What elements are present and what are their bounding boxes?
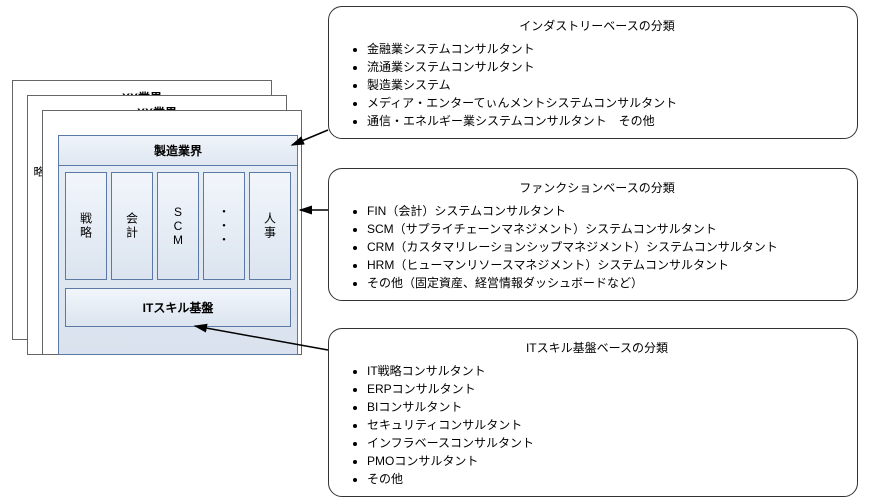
list-item: 流通業システムコンサルタント — [367, 58, 841, 75]
list-item: CRM（カスタマリレーションシップマネジメント）システムコンサルタント — [367, 238, 841, 255]
industry-title: 製造業界 — [59, 136, 297, 166]
list-item: PMOコンサルタント — [367, 452, 841, 469]
it-skill-base-bar: ITスキル基盤 — [65, 288, 291, 327]
callout-industry-based: インダストリーベースの分類 金融業システムコンサルタント 流通業システムコンサル… — [328, 6, 858, 139]
callout-list: FIN（会計）システムコンサルタント SCM（サプライチェーンマネジメント）シス… — [353, 202, 841, 291]
list-item: IT戦略コンサルタント — [367, 362, 841, 379]
industry-main-box: 製造業界 戦略 会計 SCM ・・・ 人事 ITスキル基盤 — [58, 135, 298, 355]
list-item: メディア・エンターてぃんメントシステムコンサルタント — [367, 94, 841, 111]
callout-function-based: ファンクションベースの分類 FIN（会計）システムコンサルタント SCM（サプラ… — [328, 168, 858, 301]
callout-itskill-based: ITスキル基盤ベースの分類 IT戦略コンサルタント ERPコンサルタント BIコ… — [328, 328, 858, 497]
callout-title: ITスキル基盤ベースの分類 — [353, 339, 841, 356]
column-hr: 人事 — [249, 172, 291, 280]
column-scm: SCM — [157, 172, 199, 280]
list-item: 製造業システム — [367, 76, 841, 93]
list-item: ERPコンサルタント — [367, 380, 841, 397]
callout-title: インダストリーベースの分類 — [353, 17, 841, 34]
list-item: セキュリティコンサルタント — [367, 416, 841, 433]
callout-list: IT戦略コンサルタント ERPコンサルタント BIコンサルタント セキュリティコ… — [353, 362, 841, 487]
list-item: SCM（サプライチェーンマネジメント）システムコンサルタント — [367, 220, 841, 237]
column-accounting: 会計 — [111, 172, 153, 280]
list-item: 金融業システムコンサルタント — [367, 40, 841, 57]
list-item: 通信・エネルギー業システムコンサルタント その他 — [367, 112, 841, 129]
list-item: BIコンサルタント — [367, 398, 841, 415]
callout-title: ファンクションベースの分類 — [353, 179, 841, 196]
column-strategy: 戦略 — [65, 172, 107, 280]
callout-list: 金融業システムコンサルタント 流通業システムコンサルタント 製造業システム メデ… — [353, 40, 841, 129]
column-ellipsis: ・・・ — [203, 172, 245, 280]
list-item: FIN（会計）システムコンサルタント — [367, 202, 841, 219]
function-columns: 戦略 会計 SCM ・・・ 人事 — [59, 166, 297, 286]
list-item: HRM（ヒューマンリソースマネジメント）システムコンサルタント — [367, 256, 841, 273]
list-item: インフラベースコンサルタント — [367, 434, 841, 451]
list-item: その他 — [367, 470, 841, 487]
list-item: その他（固定資産、経営情報ダッシュボードなど） — [367, 274, 841, 291]
